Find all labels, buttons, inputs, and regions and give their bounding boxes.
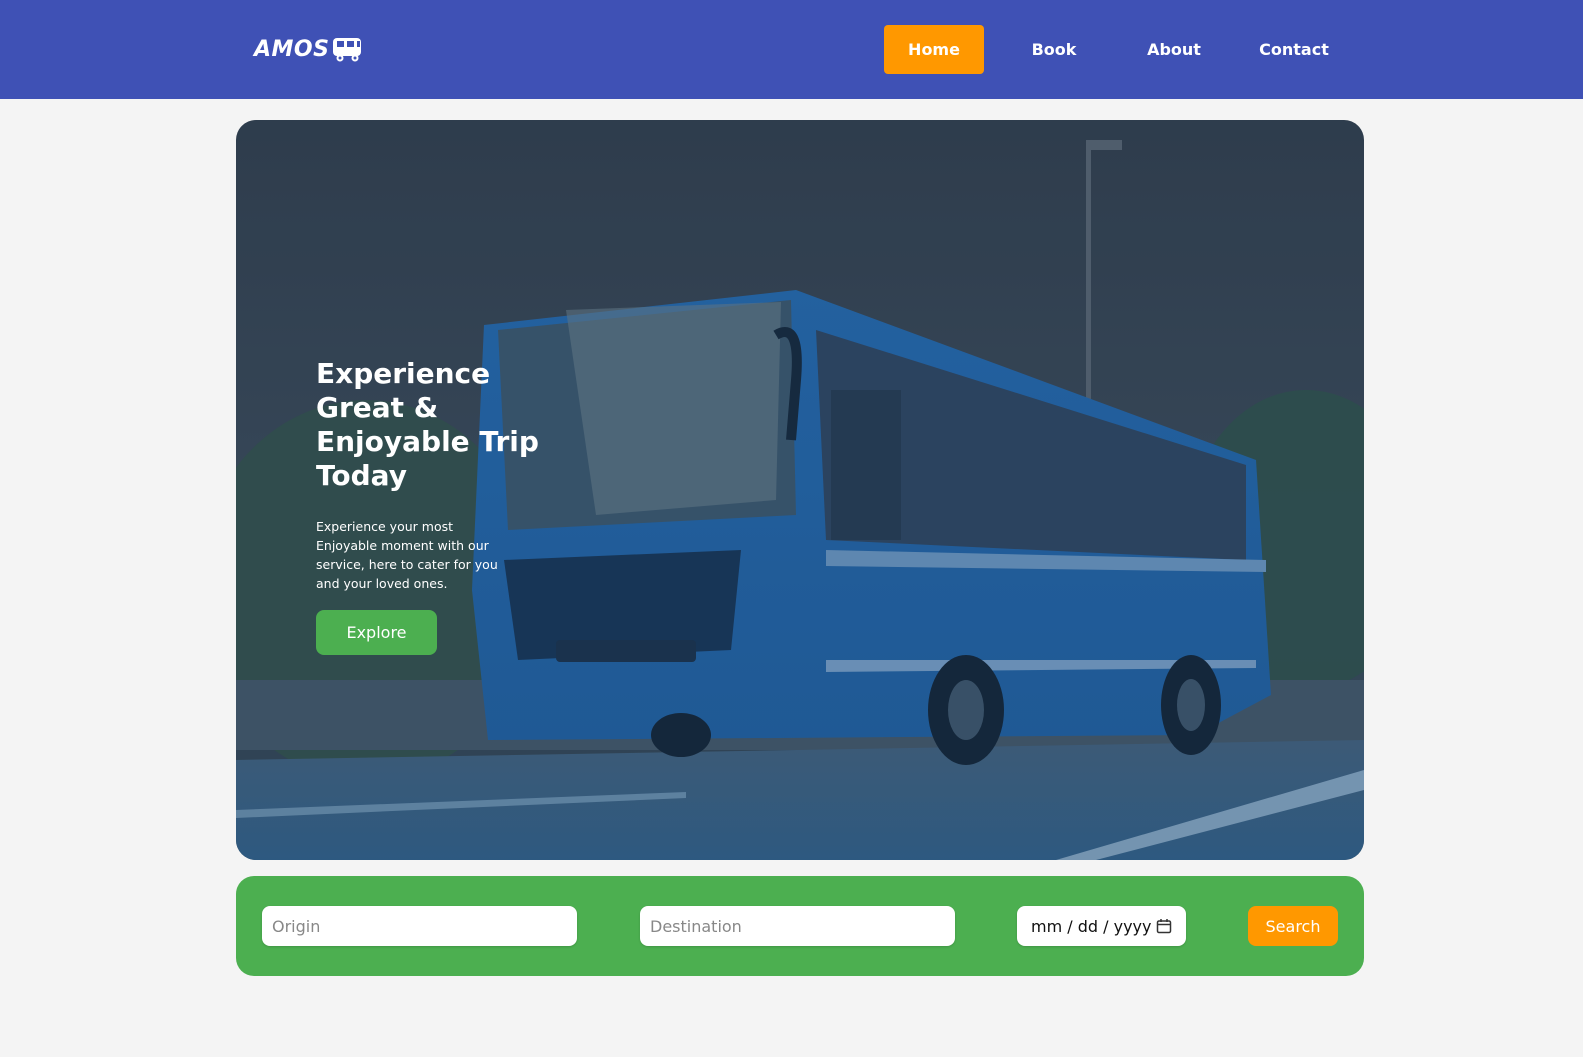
main-nav: Home Book About Contact bbox=[884, 25, 1364, 74]
hero-subtitle: Experience your most Enjoyable moment wi… bbox=[316, 519, 498, 591]
search-button[interactable]: Search bbox=[1248, 906, 1338, 946]
nav-home[interactable]: Home bbox=[884, 25, 984, 74]
navbar: AMOS Home Book About Contact bbox=[0, 0, 1583, 99]
hero-title: Experience Great & Enjoyable Trip Today bbox=[316, 357, 539, 492]
calendar-icon[interactable] bbox=[1156, 918, 1172, 934]
origin-input[interactable] bbox=[262, 906, 577, 946]
hero-banner: Experience Great & Enjoyable Trip Today … bbox=[236, 120, 1364, 860]
brand-name: AMOS bbox=[254, 36, 330, 62]
destination-input[interactable] bbox=[640, 906, 955, 946]
nav-book[interactable]: Book bbox=[1004, 25, 1104, 74]
nav-about[interactable]: About bbox=[1124, 25, 1224, 74]
hero-copy: Experience Great & Enjoyable Trip Today … bbox=[316, 357, 586, 655]
nav-contact[interactable]: Contact bbox=[1244, 25, 1344, 74]
bus-icon bbox=[333, 38, 362, 62]
trip-search-form: mm / dd / yyyy Search bbox=[236, 876, 1364, 976]
date-input[interactable]: mm / dd / yyyy bbox=[1017, 906, 1186, 946]
date-placeholder: mm / dd / yyyy bbox=[1031, 916, 1152, 936]
brand-logo[interactable]: AMOS bbox=[254, 34, 365, 64]
explore-button[interactable]: Explore bbox=[316, 610, 437, 655]
